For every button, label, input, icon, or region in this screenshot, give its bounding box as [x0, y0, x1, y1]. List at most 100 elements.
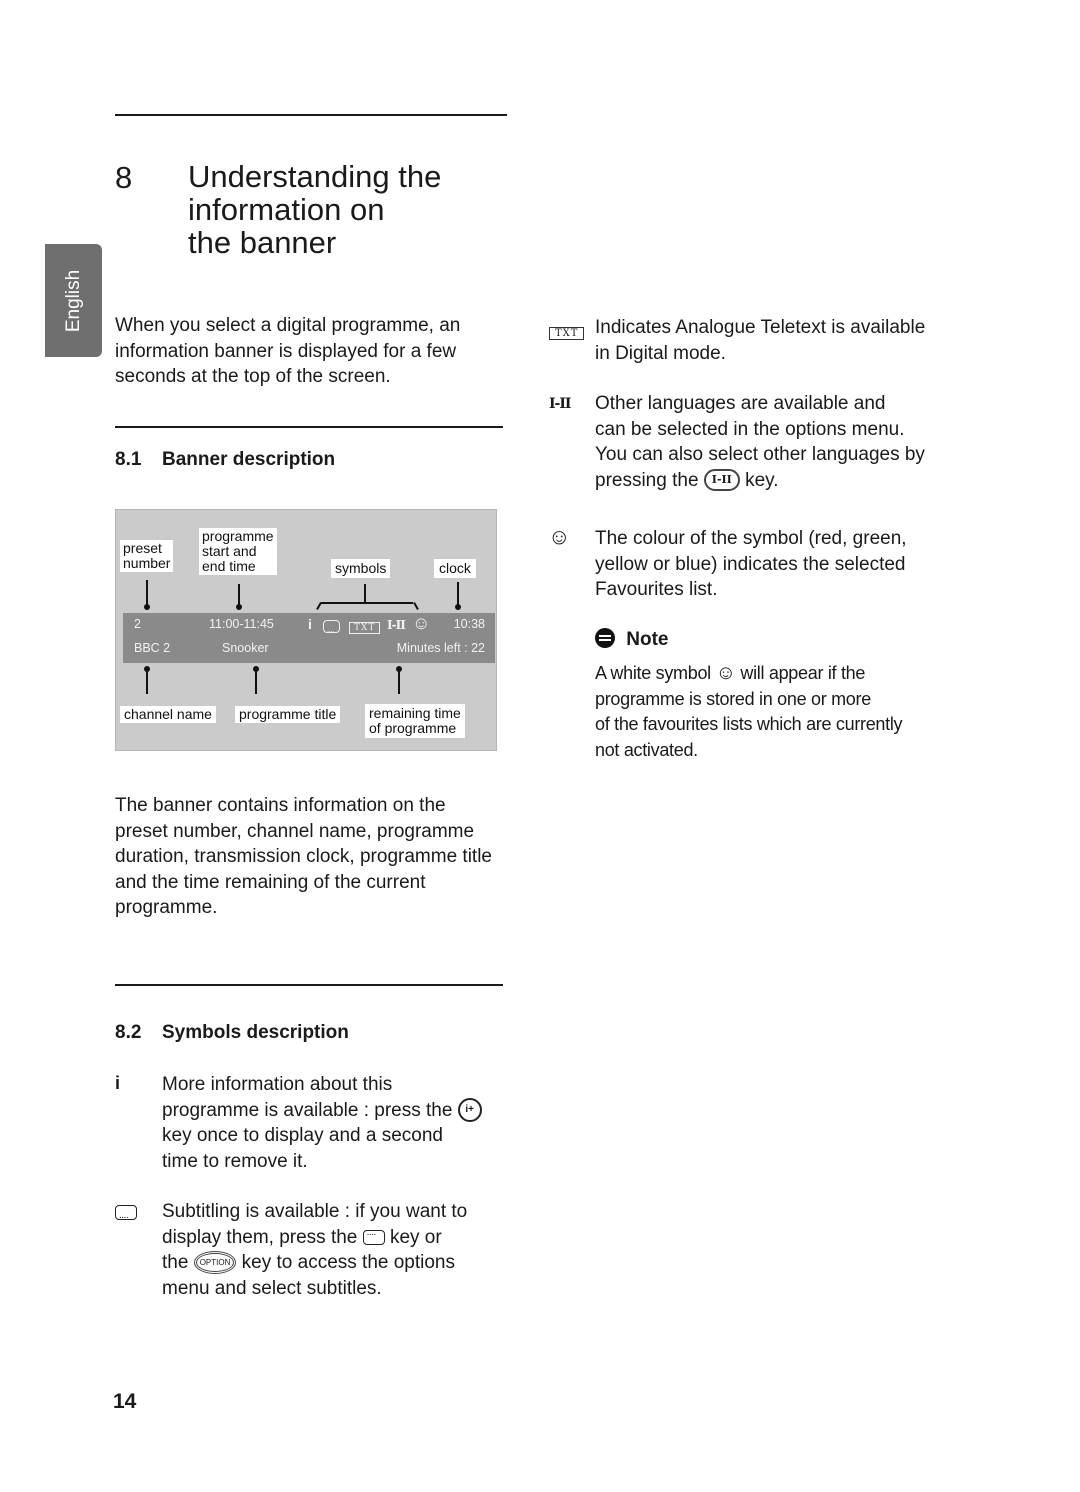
- section-number: 8.1: [115, 449, 142, 470]
- label-line: remaining time: [369, 705, 461, 721]
- option-key-icon: OPTION: [193, 1251, 237, 1275]
- text-span: A white symbol: [595, 663, 711, 683]
- text-span: pressing the: [595, 469, 699, 491]
- section-heading-8-2: 8.2 Symbols description: [115, 1022, 349, 1044]
- text-line: The banner contains information on the: [115, 795, 446, 816]
- note-heading: Note: [595, 628, 669, 651]
- label-clock: clock: [434, 559, 476, 578]
- chapter-title: Understanding the information on the ban…: [188, 160, 441, 259]
- text-line: of the favourites lists which are curren…: [595, 714, 903, 734]
- text-span: key.: [745, 469, 779, 491]
- text-line: Indicates Analogue Teletext is available: [595, 317, 926, 338]
- text-line: You can also select other languages by: [595, 444, 925, 465]
- text-span: programme is available : press the: [162, 1099, 453, 1121]
- language-description: Other languages are available and can be…: [595, 391, 925, 493]
- text-line: programme is stored in one or more: [595, 688, 871, 709]
- favourite-inline-icon: ☺: [715, 662, 736, 684]
- connector-dot: [455, 604, 461, 610]
- label-line: number: [123, 555, 171, 571]
- label-preset-number: preset number: [120, 540, 174, 572]
- connector-line: [413, 602, 419, 610]
- banner-diagram: preset number programme start and end ti…: [115, 509, 497, 751]
- info-symbol-description: More information about this programme is…: [162, 1072, 482, 1174]
- text-line: yellow or blue) indicates the selected: [595, 553, 906, 575]
- connector-line: [255, 667, 257, 694]
- text-line: Subtitling is available : if you want to: [162, 1201, 468, 1222]
- text-span: key or: [389, 1226, 442, 1248]
- connector-line: [146, 667, 148, 694]
- connector-line: [146, 580, 148, 607]
- top-rule: [115, 114, 507, 116]
- section-rule: [115, 426, 503, 428]
- subtitle-symbol-icon: [115, 1201, 137, 1222]
- info-key-icon: i+: [457, 1098, 482, 1123]
- note-title: Note: [626, 629, 669, 650]
- chapter-number: 8: [115, 160, 133, 195]
- text-line: pressing the I-II key.: [595, 468, 925, 494]
- text-line: not activated.: [595, 739, 698, 760]
- subtitle-icon: [323, 619, 340, 634]
- section-number: 8.2: [115, 1022, 142, 1043]
- text-line: Other languages are available and: [595, 393, 886, 414]
- label-line: end time: [202, 558, 256, 574]
- section-heading-8-1: 8.1 Banner description: [115, 449, 335, 471]
- text-span: display them, press the: [162, 1226, 358, 1248]
- connector-line: [398, 667, 400, 694]
- connector-bracket: [321, 602, 413, 604]
- text-line: More information about this: [162, 1074, 393, 1095]
- label-symbols: symbols: [331, 559, 391, 578]
- label-line: preset: [123, 540, 162, 556]
- teletext-description: Indicates Analogue Teletext is available…: [595, 315, 925, 366]
- favourite-symbol-icon: ☺: [548, 524, 571, 549]
- text-line: duration, transmission clock, programme …: [115, 846, 492, 867]
- language-key-icon: I-II: [703, 469, 740, 492]
- text-line: and the time remaining of the current: [115, 871, 426, 893]
- text-line: menu and select subtitles.: [162, 1277, 382, 1299]
- text-line: time to remove it.: [162, 1150, 308, 1172]
- banner-preset: 2: [134, 617, 141, 631]
- section-title: Symbols description: [162, 1022, 349, 1043]
- label-line: programme: [202, 528, 274, 544]
- label-channel-name: channel name: [120, 706, 216, 723]
- banner-summary-paragraph: The banner contains information on the p…: [115, 793, 492, 921]
- subtitle-key-icon: [362, 1220, 385, 1246]
- text-line: The colour of the symbol (red, green,: [595, 528, 907, 549]
- favourites-description: The colour of the symbol (red, green, ye…: [595, 526, 907, 603]
- banner-title: Snooker: [222, 641, 269, 655]
- language-tab: English: [45, 244, 102, 357]
- teletext-symbol-label: TXT: [549, 327, 585, 340]
- text-line: preset number, channel name, programme: [115, 820, 475, 842]
- banner-minutes-left: Minutes left : 22: [396, 641, 485, 655]
- language-symbol-icon: I-II: [549, 396, 571, 412]
- connector-dot: [236, 604, 242, 610]
- subtitle-symbol-description: Subtitling is available : if you want to…: [162, 1199, 467, 1301]
- info-icon: i: [308, 616, 312, 632]
- info-banner: 2 11:00-11:45 i TXT I-II ☺ 10:38 BBC 2 S…: [123, 613, 495, 663]
- text-span: the: [162, 1252, 189, 1273]
- section-rule: [115, 984, 503, 986]
- label-start-end-time: programme start and end time: [199, 528, 277, 575]
- text-span: key to access the options: [241, 1252, 455, 1273]
- teletext-icon-label: TXT: [349, 622, 381, 634]
- label-programme-title: programme title: [235, 706, 341, 723]
- language-tab-label: English: [62, 269, 84, 332]
- text-line: programme.: [115, 897, 218, 918]
- note-body: A white symbol ☺ will appear if the prog…: [595, 661, 903, 763]
- note-icon: [595, 628, 615, 648]
- text-line: can be selected in the options menu.: [595, 418, 905, 440]
- teletext-symbol-icon: TXT: [549, 320, 585, 341]
- banner-time-range: 11:00-11:45: [209, 617, 274, 631]
- text-line: A white symbol ☺ will appear if the: [595, 661, 902, 687]
- label-line: of programme: [369, 720, 457, 736]
- intro-paragraph: When you select a digital programme, an …: [115, 313, 460, 390]
- text-line: Favourites list.: [595, 579, 718, 600]
- text-line: in Digital mode.: [595, 342, 726, 364]
- text-line: seconds at the top of the screen.: [115, 366, 391, 387]
- text-line: the OPTION key to access the options: [162, 1250, 467, 1276]
- language-icon: I-II: [387, 618, 406, 632]
- chapter-title-line: Understanding the: [188, 159, 442, 194]
- chapter-title-line: the banner: [188, 225, 337, 260]
- text-line: key once to display and a second: [162, 1125, 443, 1146]
- banner-channel: BBC 2: [134, 641, 171, 655]
- chapter-title-line: information on: [188, 192, 385, 227]
